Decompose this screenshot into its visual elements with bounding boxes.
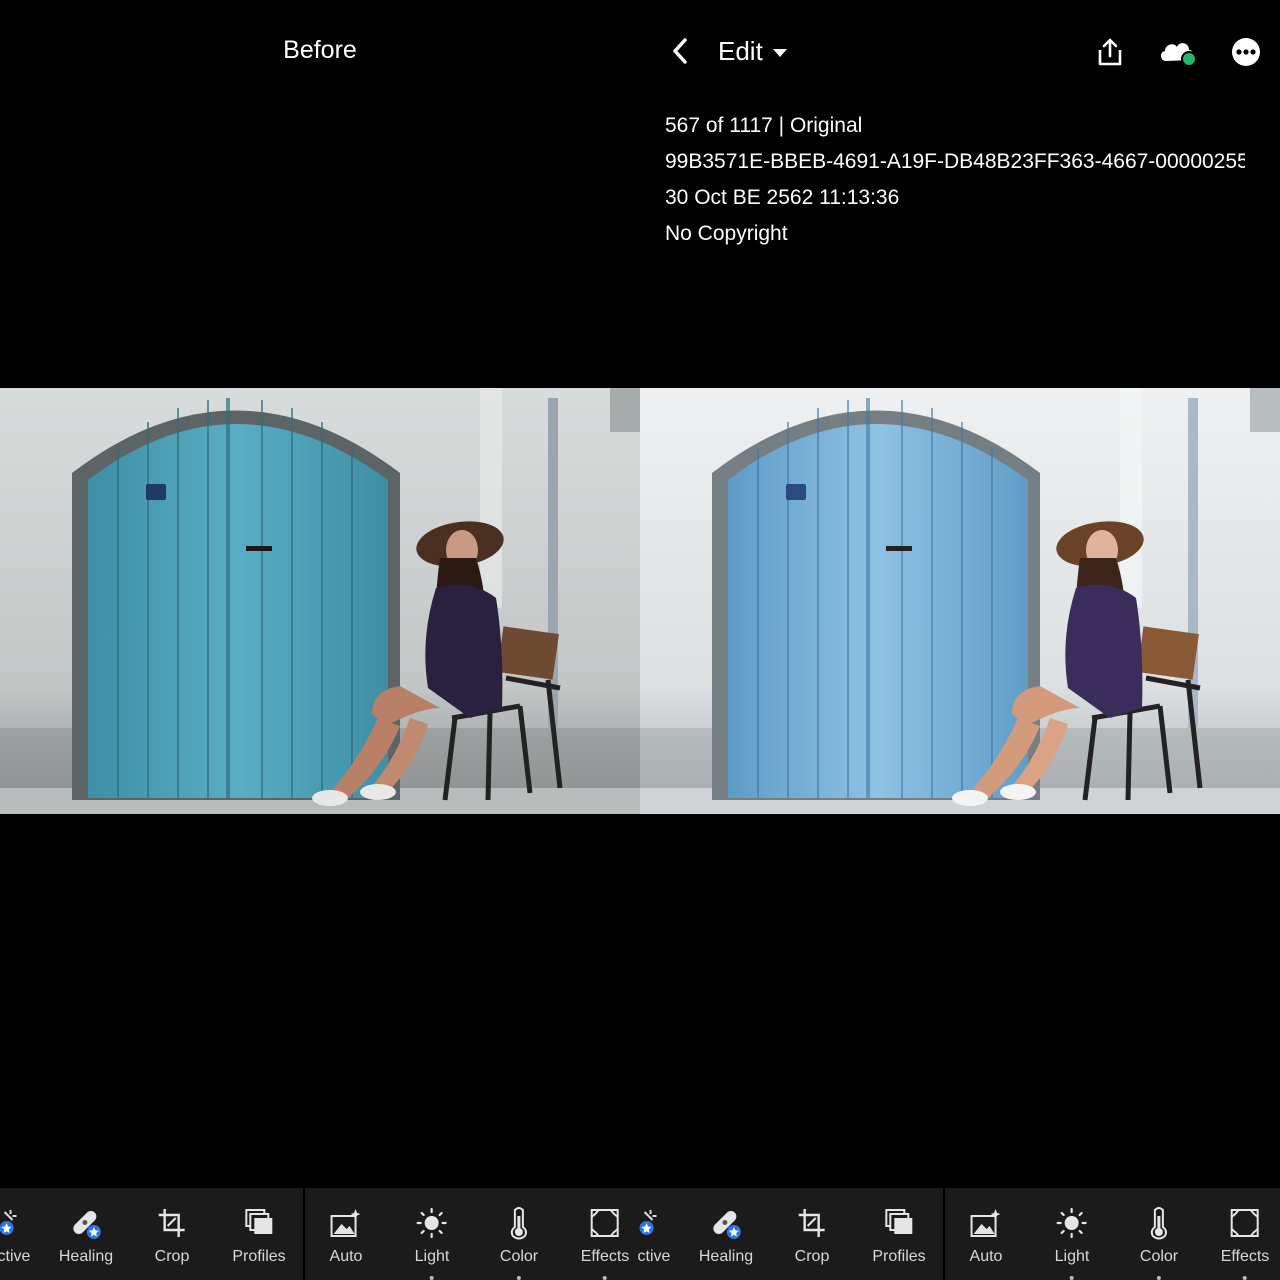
profiles-icon (884, 1209, 912, 1234)
healing-icon (73, 1210, 101, 1239)
share-icon (1098, 38, 1122, 66)
tool-selective[interactable]: ctive (0, 1188, 30, 1280)
indicator-dot (1243, 1276, 1247, 1280)
effects-icon (591, 1209, 619, 1237)
before-label: Before (283, 36, 357, 64)
sun-icon (416, 1207, 448, 1239)
tool-color[interactable]: Color (500, 1188, 538, 1280)
auto-icon (330, 1209, 361, 1237)
selective-icon (640, 1210, 657, 1235)
profiles-icon (244, 1209, 272, 1234)
cloud-sync-button[interactable] (1156, 32, 1202, 72)
tool-label: Light (1054, 1248, 1090, 1265)
tool-crop[interactable]: Crop (154, 1188, 190, 1280)
auto-icon (970, 1209, 1001, 1237)
tool-healing[interactable]: Healing (699, 1188, 753, 1280)
photo-info: 567 of 1117 | Original 99B3571E-BBEB-469… (665, 108, 1245, 252)
thermometer-icon (510, 1207, 528, 1240)
tool-label: Auto (329, 1248, 363, 1265)
indicator-dot (516, 1276, 521, 1280)
tool-label: Color (499, 1248, 539, 1265)
tool-label: Auto (969, 1248, 1003, 1265)
share-button[interactable] (1090, 32, 1130, 72)
tool-color[interactable]: Color (1140, 1188, 1178, 1280)
tool-light[interactable]: Light (414, 1188, 450, 1280)
more-options-button[interactable] (1226, 32, 1266, 72)
toolbar-divider (943, 1188, 945, 1280)
photo-copyright: No Copyright (665, 222, 788, 245)
selective-icon (0, 1210, 17, 1235)
tool-crop[interactable]: Crop (794, 1188, 830, 1280)
edit-toolbar: ctive Healing Crop Profiles Auto Light C… (0, 1188, 1280, 1280)
back-button[interactable] (664, 34, 696, 68)
chevron-left-icon (673, 38, 687, 64)
tool-profiles[interactable]: Profiles (232, 1188, 286, 1280)
indicator-dot (1069, 1276, 1074, 1280)
tool-auto[interactable]: Auto (329, 1188, 363, 1280)
toolbar-divider (303, 1188, 305, 1280)
indicator-dot (1156, 1276, 1161, 1280)
tool-auto[interactable]: Auto (969, 1188, 1003, 1280)
indicator-dot (429, 1276, 434, 1280)
tool-profiles[interactable]: Profiles (872, 1188, 926, 1280)
tool-label: ctive (637, 1248, 671, 1265)
tool-effects[interactable]: Effects (580, 1188, 630, 1280)
tool-label: Healing (58, 1248, 114, 1265)
tool-effects[interactable]: Effects (1220, 1188, 1270, 1280)
effects-icon (1231, 1209, 1259, 1237)
crop-icon (799, 1209, 825, 1237)
tool-label: Profiles (872, 1248, 926, 1265)
sun-icon (1056, 1207, 1088, 1239)
crop-icon (159, 1209, 185, 1237)
after-photo[interactable] (640, 388, 1280, 814)
cloud-sync-icon (1160, 43, 1197, 67)
healing-icon (713, 1210, 741, 1239)
tool-healing[interactable]: Healing (59, 1188, 113, 1280)
tool-label: Crop (794, 1248, 830, 1265)
tool-label: Profiles (232, 1248, 286, 1265)
edit-mode-dropdown[interactable]: Edit (718, 34, 787, 68)
tool-label: Light (414, 1248, 450, 1265)
tool-label: Effects (1220, 1248, 1270, 1265)
top-bar: Edit (660, 30, 1280, 72)
tool-label: Effects (580, 1248, 630, 1265)
caret-down-icon (772, 48, 787, 57)
photo-datetime: 30 Oct BE 2562 11:13:36 (665, 186, 900, 209)
edit-label: Edit (718, 35, 763, 66)
before-photo[interactable] (0, 388, 640, 814)
more-icon (1232, 38, 1260, 66)
tool-label: Crop (154, 1248, 190, 1265)
photo-count: 567 of 1117 | Original (665, 114, 863, 137)
indicator-dot (603, 1276, 607, 1280)
tool-label: Color (1139, 1248, 1179, 1265)
tool-light[interactable]: Light (1054, 1188, 1090, 1280)
tool-label: Healing (698, 1248, 754, 1265)
tool-label: ctive (0, 1248, 31, 1265)
tool-selective[interactable]: ctive (637, 1188, 671, 1280)
photo-filename: 99B3571E-BBEB-4691-A19F-DB48B23FF363-466… (665, 150, 1245, 173)
thermometer-icon (1150, 1207, 1168, 1240)
